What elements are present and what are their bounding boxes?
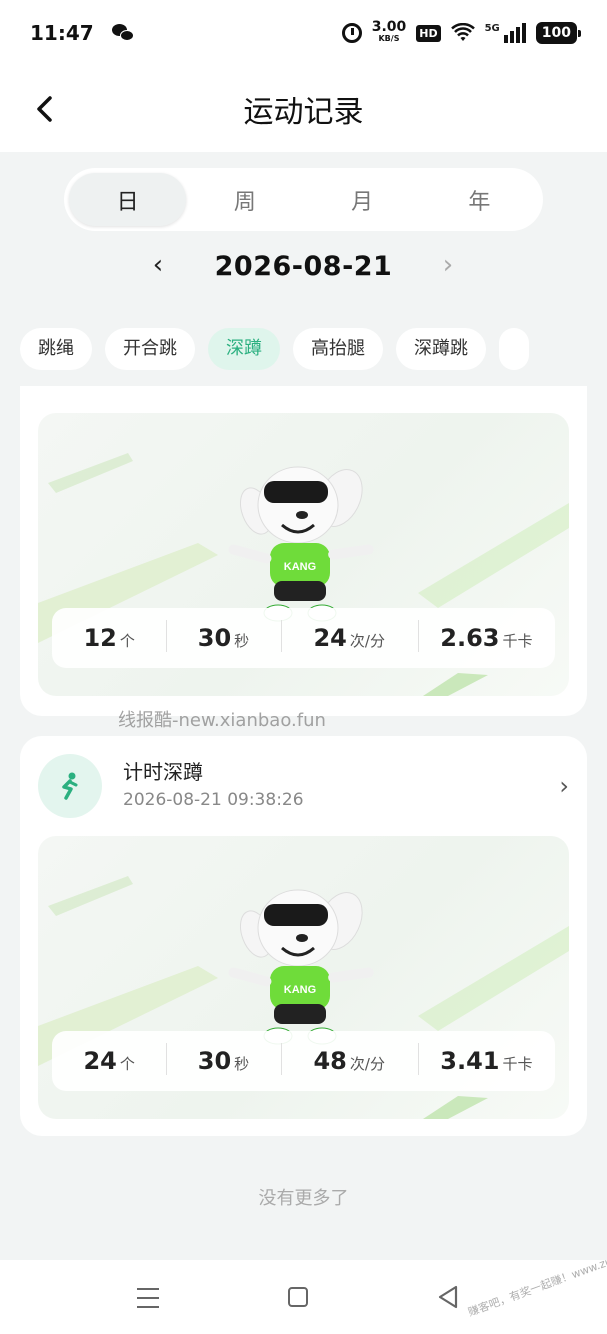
stat-duration: 30 秒	[166, 1043, 280, 1075]
net-speed: 3.00 KB/S	[371, 19, 407, 43]
page-header: 运动记录	[0, 66, 607, 152]
tab-day[interactable]: 日	[69, 173, 187, 226]
exercise-filter-chips: 跳绳 开合跳 深蹲 高抬腿 深蹲跳	[20, 328, 607, 372]
record-title: 计时深蹲	[123, 760, 203, 784]
period-tabs: 日 周 月 年	[64, 168, 543, 231]
chip-squat[interactable]: 深蹲	[208, 328, 280, 370]
stat-calories: 3.41 千卡	[417, 1043, 555, 1075]
record-card[interactable]: KANG 12 个 30 秒 24 次/分 2.63 千卡	[20, 386, 587, 716]
current-date: 2026-08-21	[214, 250, 393, 282]
svg-text:KANG: KANG	[284, 561, 316, 573]
record-card-header[interactable]: 计时深蹲 2026-08-21 09:38:26 ›	[38, 754, 569, 820]
battery-icon: 100	[535, 22, 582, 44]
stat-duration: 30 秒	[166, 620, 280, 652]
dog-mascot-illustration: KANG	[228, 889, 374, 1045]
stat-calories: 2.63 千卡	[417, 620, 555, 652]
watermark-text: 线报酷-new.xianbao.fun	[118, 710, 326, 731]
menu-icon[interactable]	[137, 1288, 159, 1308]
stat-rate: 24 次/分	[280, 620, 418, 652]
chevron-right-icon[interactable]: ›	[559, 772, 569, 800]
chip-high-knees[interactable]: 高抬腿	[293, 328, 383, 370]
back-arrow-icon	[37, 96, 52, 122]
signal-icon: 5G	[485, 23, 526, 43]
record-timestamp: 2026-08-21 09:38:26	[123, 790, 304, 810]
squat-person-icon	[38, 754, 102, 818]
status-bar: 11:47 3.00 KB/S HD 5G 100	[0, 0, 607, 66]
mascot-banner: KANG 12 个 30 秒 24 次/分 2.63 千卡	[38, 413, 569, 696]
stat-count: 12 个	[83, 624, 135, 652]
next-date-button[interactable]: ›	[436, 250, 460, 280]
page-title: 运动记录	[243, 95, 364, 130]
alarm-icon	[341, 23, 362, 43]
chip-jump-rope[interactable]: 跳绳	[20, 328, 92, 370]
record-card[interactable]: 计时深蹲 2026-08-21 09:38:26 › KANG 24 个 30 …	[20, 736, 587, 1136]
record-stats: 12 个 30 秒 24 次/分 2.63 千卡	[52, 608, 555, 668]
tab-month[interactable]: 月	[304, 173, 421, 226]
chip-squat-jump[interactable]: 深蹲跳	[396, 328, 486, 370]
list-end-text: 没有更多了	[258, 1188, 349, 1209]
back-button[interactable]	[28, 92, 62, 126]
back-triangle-icon[interactable]	[436, 1284, 460, 1310]
dog-mascot-illustration: KANG	[228, 466, 374, 622]
wechat-icon	[111, 24, 134, 42]
mascot-banner: KANG 24 个 30 秒 48 次/分 3.41 千卡	[38, 836, 569, 1119]
status-time: 11:47	[30, 21, 94, 45]
stat-count: 24 个	[83, 1047, 135, 1075]
record-list[interactable]: KANG 12 个 30 秒 24 次/分 2.63 千卡 计时深蹲 2026-08-2…	[0, 386, 607, 1260]
record-stats: 24 个 30 秒 48 次/分 3.41 千卡	[52, 1031, 555, 1091]
stat-rate: 48 次/分	[280, 1043, 418, 1075]
home-icon[interactable]	[288, 1287, 308, 1307]
tab-week[interactable]: 周	[186, 173, 303, 226]
hd-icon: HD	[416, 24, 441, 42]
prev-date-button[interactable]: ‹	[146, 250, 170, 280]
system-nav-bar: 赚客吧，有奖一起赚！www.zuanke8.com	[0, 1234, 607, 1334]
svg-text:KANG: KANG	[284, 984, 316, 996]
tab-year[interactable]: 年	[421, 173, 538, 226]
status-icons: 3.00 KB/S HD 5G 100	[341, 19, 582, 45]
chip-more-partial[interactable]	[499, 328, 529, 370]
date-navigator: ‹ 2026-08-21 ›	[0, 240, 607, 292]
wifi-icon	[450, 23, 475, 41]
chip-jumping-jack[interactable]: 开合跳	[105, 328, 195, 370]
